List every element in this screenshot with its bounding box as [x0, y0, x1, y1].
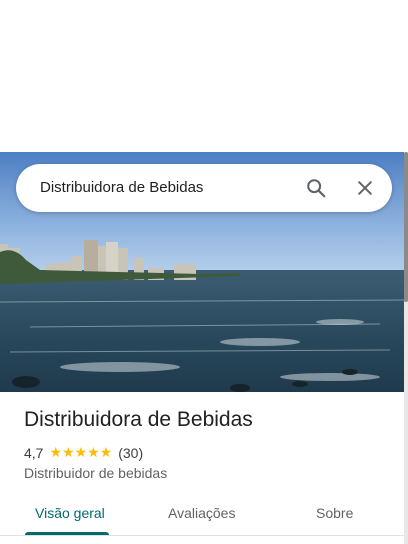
tab-about[interactable]: Sobre: [316, 505, 353, 521]
tab-reviews[interactable]: Avaliações: [168, 505, 235, 521]
scrollbar-thumb[interactable]: [404, 152, 408, 302]
search-query[interactable]: Distribuidora de Bebidas: [40, 164, 203, 212]
rating-row: 4,7 ★★★★★ (30): [24, 444, 143, 461]
place-category[interactable]: Distribuidor de bebidas: [24, 465, 167, 481]
star-rating-icon: ★★★★★: [49, 444, 113, 460]
rating-value: 4,7: [24, 444, 44, 461]
blank-area: [0, 0, 408, 152]
review-count[interactable]: (30): [118, 445, 143, 461]
search-icon[interactable]: [302, 174, 330, 202]
divider: [0, 535, 404, 536]
tab-overview[interactable]: Visão geral: [35, 505, 105, 521]
place-name: Distribuidora de Bebidas: [24, 408, 253, 431]
search-box[interactable]: Distribuidora de Bebidas: [16, 164, 392, 212]
close-icon[interactable]: [351, 174, 379, 202]
